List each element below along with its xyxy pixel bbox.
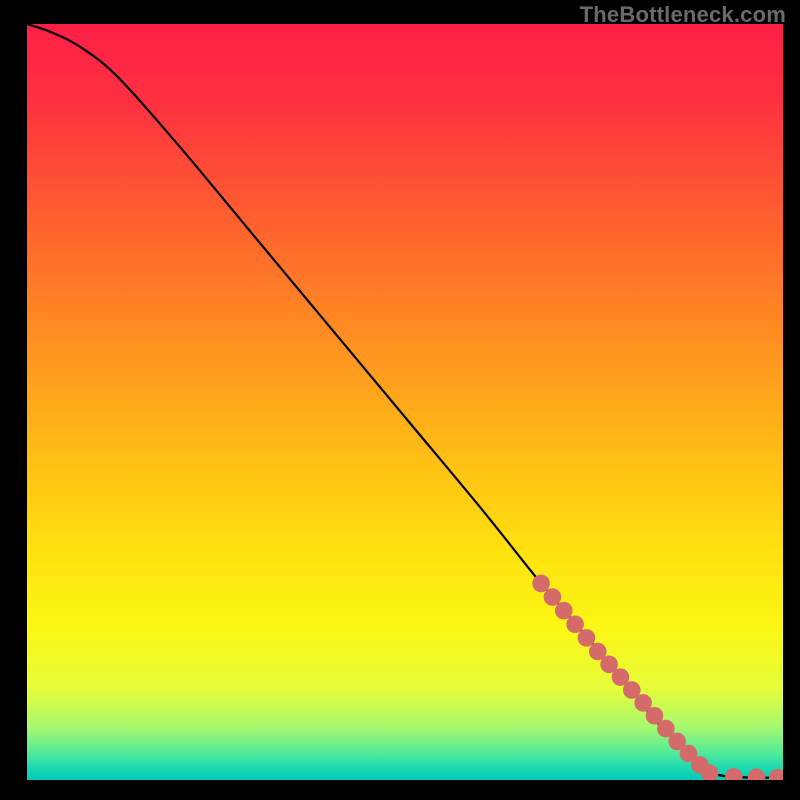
gradient-rect [27, 24, 783, 780]
chart-svg [27, 24, 783, 780]
marker-dot [544, 588, 562, 606]
marker-dot [532, 575, 550, 593]
chart-plot-area [27, 24, 783, 780]
chart-stage: TheBottleneck.com [0, 0, 800, 800]
marker-dot [566, 615, 584, 633]
watermark-text: TheBottleneck.com [580, 2, 786, 28]
marker-dot [555, 602, 573, 620]
marker-dot [578, 629, 596, 647]
